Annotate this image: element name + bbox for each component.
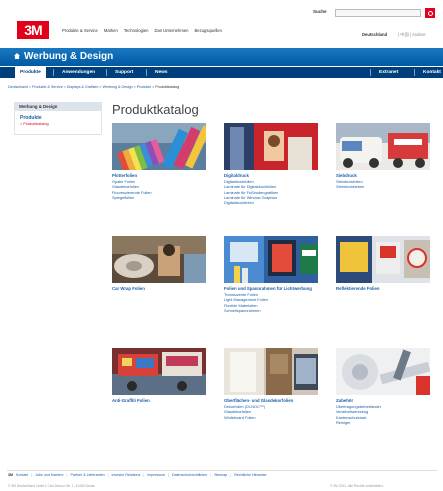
product-card: Car Wrap Folien (112, 236, 206, 292)
topnav-bezugsquellen[interactable]: Bezugsquellen (194, 28, 221, 33)
top-navigation: Produkte & Service Marken Technologien D… (62, 28, 222, 33)
product-image-oberflaechen[interactable] (224, 348, 318, 395)
nav-produkte[interactable]: Produkte (15, 67, 46, 78)
nav-extranet[interactable]: Extranet (374, 67, 403, 78)
copyright-right: © 3M 2011. Alle Rechte vorbehalten. (330, 484, 384, 488)
sidebar-item-produktkatalog[interactable]: > Produktkatalog (20, 122, 96, 126)
3m-logo[interactable]: 3M (17, 21, 49, 39)
sidebar-item-produkte[interactable]: Produkte (20, 115, 96, 122)
card-title[interactable]: Anti-Graffiti Folien (112, 398, 206, 404)
nav-kontakt[interactable]: Kontakt (418, 67, 443, 78)
product-card: Zubehör Übertragungsklebebänder Verarbei… (336, 348, 430, 425)
footer-link[interactable]: Rechtliche Hinweise (234, 473, 266, 477)
product-image-zubehoer[interactable] (336, 348, 430, 395)
page-title: Produktkatalog (112, 102, 199, 117)
product-image-siebdruck[interactable] (336, 123, 430, 170)
footer-logo[interactable]: 3M (8, 473, 13, 477)
sidebar-heading[interactable]: Werbung & Design (14, 102, 102, 111)
footer-link[interactable]: Investor Relations (112, 473, 141, 477)
card-link[interactable]: Siebdruckfarben (336, 184, 430, 189)
product-card: Folien und Spannrahmen für Lichtwerbung … (224, 236, 318, 313)
section-title: Werbung & Design (24, 51, 114, 62)
card-title[interactable]: Car Wrap Folien (112, 286, 206, 292)
sidebar-menu: Produkte > Produktkatalog (14, 111, 102, 135)
breadcrumb-current: Produktkatalog (155, 85, 180, 89)
country-options[interactable]: | 中国 | Andere (398, 32, 426, 38)
product-card: Anti-Graffiti Folien (112, 348, 206, 404)
footer-link[interactable]: Jobs und Karriere (35, 473, 63, 477)
copyright-left: © 3M Deutschland GmbH, Carl-Schurz-Str. … (8, 484, 95, 488)
nav-anwendungen[interactable]: Anwendungen (57, 67, 100, 78)
breadcrumb-path[interactable]: Deutschland > Produkte & Service > Displ… (8, 85, 155, 89)
sidebar: Werbung & Design Produkte > Produktkatal… (14, 102, 102, 135)
product-card: Siebdruck Siebdruckfolien Siebdruckfarbe… (336, 123, 430, 190)
product-card: Digitaldruck Digitaldruckfolien Laminate… (224, 123, 318, 205)
topnav-marken[interactable]: Marken (104, 28, 118, 33)
product-image-reflektierend[interactable] (336, 236, 430, 283)
main-navigation: Produkte Anwendungen Support News Extran… (0, 67, 443, 78)
footer-links: 3M Kontakt | Jobs und Karriere | Partner &… (8, 473, 267, 477)
country-selector[interactable]: Deutschland (362, 32, 387, 37)
footer-link[interactable]: Sitemap (214, 473, 227, 477)
product-card: Reflektierende Folien (336, 236, 430, 292)
nav-news[interactable]: News (150, 67, 173, 78)
section-banner: Werbung & Design (0, 48, 443, 66)
card-link[interactable]: Whiteboard Folien (224, 415, 318, 420)
card-title[interactable]: Reflektierende Folien (336, 286, 430, 292)
search-button[interactable] (425, 8, 435, 18)
nav-support[interactable]: Support (110, 67, 138, 78)
breadcrumb[interactable]: Deutschland > Produkte & Service > Displ… (8, 85, 179, 89)
product-image-lichtwerbung[interactable] (224, 236, 318, 283)
footer-link[interactable]: Partner & Lieferanten (70, 473, 104, 477)
top-bar: 3M Produkte & Service Marken Technologie… (0, 0, 443, 46)
home-icon[interactable] (14, 53, 20, 59)
product-card: Plotterfolien Opake Folien Glasdekorfoli… (112, 123, 206, 200)
topnav-unternehmen[interactable]: Das Unternehmen (155, 28, 189, 33)
product-card: Oberflächen- und Glasdekorfolien Dekorfo… (224, 348, 318, 420)
product-image-anti-graffiti[interactable] (112, 348, 206, 395)
card-link[interactable]: Reiniger (336, 420, 430, 425)
topnav-technologien[interactable]: Technologien (124, 28, 149, 33)
card-link[interactable]: Schnellspannrahmen (224, 308, 318, 313)
product-image-digitaldruck[interactable] (224, 123, 318, 170)
search-input[interactable] (335, 9, 421, 17)
footer-link[interactable]: Kontakt (16, 473, 28, 477)
card-link[interactable]: Digitaldrucktinten (224, 200, 318, 205)
product-image-plotterfolien[interactable] (112, 123, 206, 170)
search-label: Suche (313, 9, 327, 14)
footer-link[interactable]: Datenschutzrichtlinien (172, 473, 207, 477)
product-image-car-wrap[interactable] (112, 236, 206, 283)
topnav-produkte[interactable]: Produkte & Service (62, 28, 98, 33)
footer-divider (7, 470, 437, 471)
card-link[interactable]: Spiegelfolien (112, 195, 206, 200)
footer-link[interactable]: Impressum (147, 473, 165, 477)
